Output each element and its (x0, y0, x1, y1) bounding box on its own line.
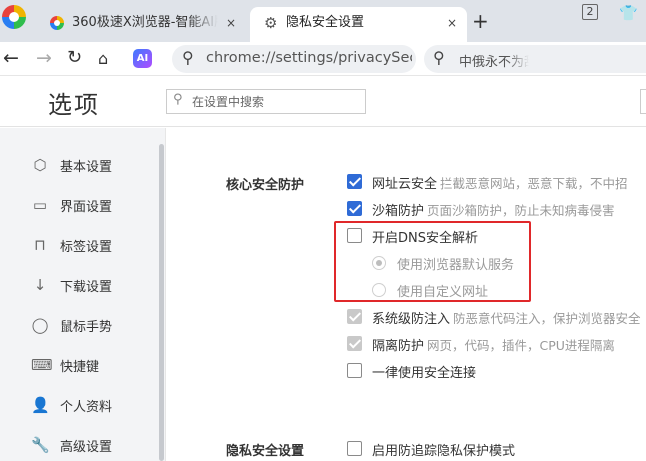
url-cloud-checkbox[interactable] (347, 174, 362, 189)
section-title-core-security: 核心安全防护 (226, 178, 305, 193)
window-count-badge[interactable]: 2 (582, 4, 598, 20)
home-icon[interactable]: ⌂ (98, 47, 108, 71)
address-text[interactable]: chrome://settings/privacySecurity (206, 50, 412, 66)
forward-arrow-icon[interactable]: → (36, 46, 52, 70)
mouse-icon: ◯ (31, 316, 49, 334)
search-icon: ⚲ (173, 92, 183, 107)
tab-close-icon[interactable]: × (226, 7, 236, 39)
option-description: 页面沙箱防护，防止未知病毒侵害 (427, 203, 615, 218)
back-arrow-icon[interactable]: ← (3, 46, 19, 70)
option-label: 网址云安全 (372, 177, 438, 192)
browser-window: 360极速X浏览器-智能AI版本 × ⚙ 隐私安全设置 × + 2 👕 ← → … (0, 0, 646, 461)
gear-icon: ⚙ (264, 14, 278, 32)
header-edge-button[interactable] (640, 89, 646, 114)
tab-title: 隐私安全设置 (286, 15, 365, 30)
option-label: 一律使用安全连接 (372, 366, 477, 381)
settings-sidebar: ⬡ 基本设置 ▭ 界面设置 ⊓ 标签设置 ↓ 下载设置 ◯ 鼠标手势 ⌨ 快捷键… (0, 128, 166, 461)
tab-icon: ⊓ (34, 236, 46, 254)
sidebar-item-tabs[interactable]: ⊓ 标签设置 (0, 230, 155, 260)
keyboard-icon: ⌨ (31, 356, 53, 374)
browser-logo-icon[interactable] (2, 5, 26, 29)
sidebar-item-label: 高级设置 (60, 440, 113, 455)
new-tab-button[interactable]: + (472, 9, 489, 33)
https-only-checkbox[interactable] (347, 363, 362, 378)
web-search-box[interactable]: ⚲ 中俄永不为敌 (424, 45, 646, 73)
sidebar-item-mouse-gesture[interactable]: ◯ 鼠标手势 (0, 310, 155, 340)
page-title: 选项 (48, 91, 100, 119)
sidebar-item-profile[interactable]: 👤 个人资料 (0, 390, 155, 420)
tab-bar: 360极速X浏览器-智能AI版本 × ⚙ 隐私安全设置 × + 2 👕 (0, 0, 646, 42)
sidebar-item-label: 下载设置 (60, 280, 113, 295)
ai-assistant-button[interactable]: AI (133, 49, 152, 68)
sidebar-item-label: 基本设置 (60, 160, 113, 175)
option-label: 沙箱防护 (372, 204, 425, 219)
tab-close-icon[interactable]: × (447, 7, 457, 39)
isolation-checkbox[interactable] (347, 336, 362, 351)
sidebar-item-label: 界面设置 (60, 200, 113, 215)
search-icon: ⚲ (182, 48, 194, 67)
search-query-text[interactable]: 中俄永不为敌 (459, 51, 529, 70)
search-placeholder: 在设置中搜索 (192, 95, 265, 109)
search-icon: ⚲ (433, 48, 445, 67)
address-bar[interactable]: ⚲ chrome://settings/privacySecurity (172, 45, 416, 73)
tab-360-browser[interactable]: 360极速X浏览器-智能AI版本 × (36, 7, 246, 42)
window-icon: ▭ (32, 196, 48, 214)
sidebar-item-label: 鼠标手势 (60, 320, 113, 335)
sidebar-item-advanced[interactable]: 🔧 高级设置 (0, 430, 155, 460)
option-description: 防恶意代码注入，保护浏览器安全 (453, 311, 641, 326)
highlight-annotation-box (334, 221, 531, 302)
option-label: 隔离防护 (372, 339, 425, 354)
sidebar-item-interface[interactable]: ▭ 界面设置 (0, 190, 155, 220)
settings-search-input[interactable]: ⚲ 在设置中搜索 (166, 89, 366, 114)
wrench-icon: 🔧 (31, 436, 50, 454)
anti-tracking-checkbox[interactable] (347, 441, 362, 456)
option-description: 网页，代码，插件，CPU进程隔离 (427, 338, 615, 353)
injection-checkbox[interactable] (347, 309, 362, 324)
sandbox-checkbox[interactable] (347, 201, 362, 216)
option-description: 拦截恶意网站，恶意下载，不中招 (440, 176, 628, 191)
toolbar: ← → ↻ ⌂ AI ⚲ chrome://settings/privacySe… (0, 42, 646, 76)
360-favicon-icon (50, 16, 64, 30)
settings-header: 选项 ⚲ 在设置中搜索 (0, 77, 646, 127)
sidebar-item-shortcut[interactable]: ⌨ 快捷键 (0, 350, 155, 380)
reload-icon[interactable]: ↻ (67, 46, 82, 70)
sidebar-item-basic[interactable]: ⬡ 基本设置 (0, 150, 155, 180)
download-icon: ↓ (33, 276, 47, 294)
sidebar-scrollbar[interactable] (159, 144, 164, 461)
section-title-privacy: 隐私安全设置 (226, 444, 305, 459)
skin-shirt-icon[interactable]: 👕 (619, 4, 638, 22)
option-label: 系统级防注入 (372, 312, 451, 327)
sidebar-item-label: 标签设置 (60, 240, 113, 255)
sidebar-item-label: 快捷键 (60, 360, 100, 375)
option-label: 启用防追踪隐私保护模式 (372, 444, 516, 459)
tab-title: 360极速X浏览器-智能AI版本 (72, 15, 218, 30)
sidebar-item-label: 个人资料 (60, 400, 113, 415)
person-icon: 👤 (31, 396, 50, 414)
tab-privacy-settings[interactable]: ⚙ 隐私安全设置 × (250, 7, 467, 42)
sidebar-item-download[interactable]: ↓ 下载设置 (0, 270, 155, 300)
hexagon-icon: ⬡ (33, 156, 47, 174)
